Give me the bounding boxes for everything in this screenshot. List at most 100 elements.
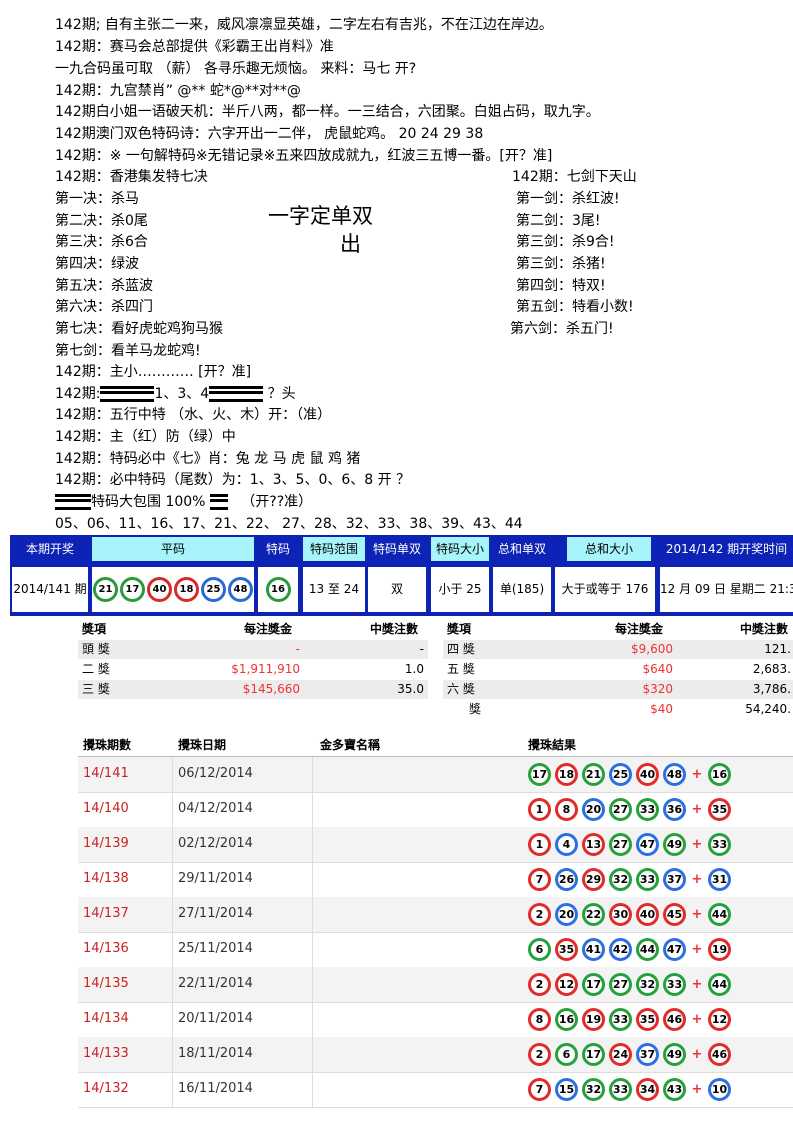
header-special-size: 特码大小: [431, 537, 489, 561]
result-ball: 1: [528, 833, 551, 856]
special-result-ball: 19: [708, 938, 731, 961]
guarantee-text: 特码大包围 100%: [91, 494, 206, 510]
result-ball: 20: [555, 903, 578, 926]
table-row: 14/132 16/11/2014 7 15 32 33 34 43 +10: [78, 1072, 793, 1108]
col-issue: 攪珠期數: [83, 738, 132, 752]
regular-balls: 21 17 40 18 25 48: [92, 567, 254, 612]
bars-icon: [136, 386, 155, 402]
table-row: 14/141 06/12/2014 17 18 21 25 40 48 +16: [78, 757, 793, 793]
bars-icon: [55, 494, 73, 510]
prize-count: 2,683.: [752, 662, 791, 676]
special-result-ball: 44: [708, 903, 731, 926]
result-ball: 19: [582, 1008, 605, 1031]
bars-icon: [245, 386, 264, 402]
prize-count: -: [419, 642, 424, 656]
head-text: ？头: [267, 386, 296, 402]
result-ball: 24: [609, 1043, 632, 1066]
header-special-number: 特码: [265, 542, 290, 556]
left-list-item: 第二决：杀0尾: [55, 213, 148, 229]
result-ball: 12: [555, 973, 578, 996]
table-row: 14/136 25/11/2014 6 35 41 42 44 47 +19: [78, 932, 793, 968]
result-ball: 6: [555, 1043, 578, 1066]
result-ball: 47: [636, 833, 659, 856]
result-ball: 6: [528, 938, 551, 961]
plus-icon: +: [691, 907, 703, 922]
column-divider: [172, 757, 173, 792]
table-row: 14/138 29/11/2014 7 26 29 32 33 37 +31: [78, 862, 793, 898]
result-ball: 33: [636, 868, 659, 891]
text-line: 142期白小姐一语破天机：半斤八两，都一样。一三结合，六团聚。白姐占码，取九字。: [55, 104, 600, 120]
left-list-item: 第七决：看好虎蛇鸡狗马猴: [55, 321, 223, 337]
bars-icon: [118, 386, 137, 402]
result-ball: 33: [609, 1008, 632, 1031]
number-ball: 17: [120, 577, 145, 602]
text-line-bars: 特码大包围 100% （开??准）: [55, 492, 312, 512]
row-balls: 2 20 22 30 40 45 +44: [528, 903, 735, 926]
results-header: 攪珠期數 攪珠日期 金多寶名稱 攪珠結果: [78, 730, 793, 757]
left-list-item: 第三决：杀6合: [55, 234, 148, 250]
column-divider: [172, 1002, 173, 1037]
plus-icon: +: [691, 1082, 703, 1097]
column-divider: [312, 897, 313, 932]
column-divider: [312, 792, 313, 827]
row-date: 22/11/2014: [178, 976, 253, 991]
plus-icon: +: [691, 767, 703, 782]
result-ball: 25: [609, 763, 632, 786]
special-result-ball: 46: [708, 1043, 731, 1066]
right-list-title: 142期：七剑下天山: [512, 169, 637, 185]
col-result: 攪珠結果: [528, 738, 577, 752]
text-line: 142期：主（红）防（绿）中: [55, 429, 236, 445]
plus-icon: +: [691, 837, 703, 852]
number-ball: 18: [174, 577, 199, 602]
row-issue: 14/134: [83, 1011, 129, 1026]
prize-row: 二 獎 $1,911,910 1.0: [78, 660, 428, 679]
table-row: 14/139 02/12/2014 1 4 13 27 47 49 +33: [78, 827, 793, 863]
number-ball: 21: [93, 577, 118, 602]
left-list-item: 第五决：杀蓝波: [55, 278, 153, 294]
row-balls: 8 16 19 33 35 46 +12: [528, 1008, 735, 1031]
text-line: 一九合码虽可取 （薪） 各寻乐趣无烦恼。 来料：马七 开?: [55, 61, 417, 77]
row-date: 20/11/2014: [178, 1011, 253, 1026]
prize-amount: $640: [642, 662, 673, 676]
prize-amount: $40: [650, 702, 673, 716]
bars-icon: [209, 386, 228, 402]
right-list-item: 第一剑：杀红波!: [516, 191, 620, 207]
big-title: 一字定单双: [268, 204, 373, 228]
prize-row: 四 獎 $9,600 121.: [443, 640, 793, 659]
result-ball: 46: [663, 1008, 686, 1031]
prize-count: 3,786.: [752, 682, 791, 696]
header-sum-oddeven: 总和单双: [497, 542, 546, 556]
guarantee-note: （开??准）: [241, 494, 313, 510]
row-date: 25/11/2014: [178, 941, 253, 956]
prize-count: 1.0: [404, 662, 424, 676]
result-ball: 26: [555, 868, 578, 891]
right-list-item: 第三剑：杀猪!: [516, 256, 606, 272]
result-ball: 7: [528, 868, 551, 891]
result-ball: 15: [555, 1078, 578, 1101]
result-ball: 27: [609, 798, 632, 821]
prize-count: 35.0: [397, 682, 424, 696]
header-special-oddeven: 特码单双: [372, 542, 421, 556]
special-result-ball: 10: [708, 1078, 731, 1101]
prize-row: 頭 獎--: [78, 640, 428, 659]
result-ball: 22: [582, 903, 605, 926]
result-ball: 32: [582, 1078, 605, 1101]
issue-prefix: 142期:: [55, 386, 101, 402]
special-result-ball: 12: [708, 1008, 731, 1031]
col-name: 金多寶名稱: [320, 738, 381, 752]
result-ball: 40: [636, 903, 659, 926]
column-divider: [172, 1072, 173, 1107]
text-line: 142期：特码必中《七》肖：兔 龙 马 虎 鼠 鸡 猪: [55, 451, 361, 467]
column-divider: [312, 827, 313, 862]
bars-icon: [73, 494, 91, 510]
result-ball: 33: [663, 973, 686, 996]
prize-amount: $9,600: [631, 642, 673, 656]
row-balls: 1 4 13 27 47 49 +33: [528, 833, 735, 856]
result-ball: 16: [555, 1008, 578, 1031]
result-ball: 48: [663, 763, 686, 786]
left-list-item: 第七剑：看羊马龙蛇鸡!: [55, 343, 201, 359]
prize-name: 二 獎: [82, 662, 110, 676]
result-ball: 45: [663, 903, 686, 926]
row-issue: 14/135: [83, 976, 129, 991]
column-divider: [172, 897, 173, 932]
